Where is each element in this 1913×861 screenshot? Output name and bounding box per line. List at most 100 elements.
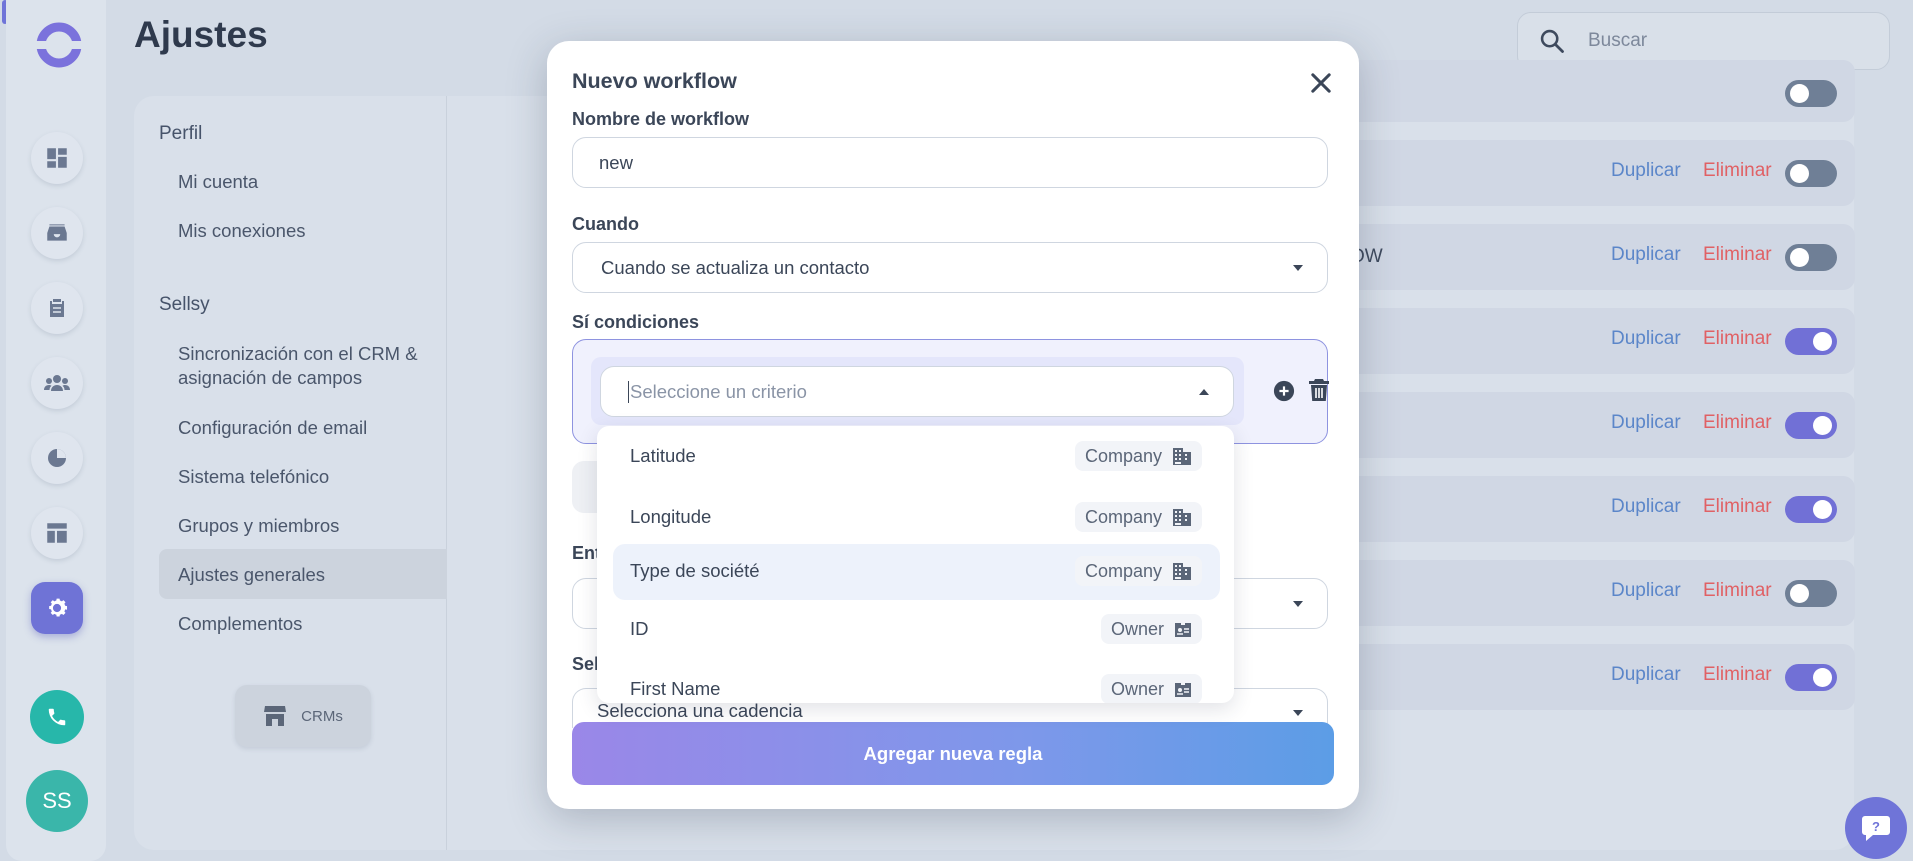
option-tag-label: Company — [1084, 560, 1162, 581]
building-icon — [1173, 509, 1191, 526]
crms-label: CRMs — [301, 707, 343, 725]
option-tag-label: Owner — [1110, 618, 1164, 639]
sidebar-item-email[interactable]: Configuración de email — [178, 416, 367, 440]
workflow-toggle[interactable] — [1785, 80, 1837, 107]
workflow-name-value: new — [599, 152, 633, 173]
id-card-icon — [1175, 623, 1191, 637]
criteria-option-highlighted[interactable]: Type de société Company — [613, 544, 1220, 600]
delete-link[interactable]: Eliminar — [1703, 664, 1772, 686]
modal-title: Nuevo workflow — [572, 69, 737, 93]
option-tag-label: Owner — [1110, 678, 1164, 699]
cadence-label: Sel — [572, 654, 600, 674]
workflow-toggle[interactable] — [1785, 496, 1837, 523]
settings-sidebar: Perfil Mi cuenta Mis conexiones Sellsy S… — [134, 96, 447, 850]
dashboard-icon — [47, 148, 67, 168]
trash-icon[interactable] — [1309, 378, 1329, 402]
delete-link[interactable]: Eliminar — [1703, 580, 1772, 602]
add-rule-button[interactable]: Agregar nueva regla — [572, 722, 1334, 785]
duplicate-link[interactable]: Duplicar — [1611, 328, 1681, 350]
text-cursor — [628, 381, 629, 403]
option-tag: Company — [1074, 556, 1202, 586]
help-chat-icon: ? — [1862, 816, 1890, 841]
delete-link[interactable]: Eliminar — [1703, 496, 1772, 518]
id-card-icon — [1175, 683, 1191, 697]
delete-link[interactable]: Eliminar — [1703, 412, 1772, 434]
delete-link[interactable]: Eliminar — [1703, 160, 1772, 182]
contacts-nav-button[interactable] — [31, 357, 83, 409]
duplicate-link[interactable]: Duplicar — [1611, 412, 1681, 434]
duplicate-link[interactable]: Duplicar — [1611, 496, 1681, 518]
criteria-option[interactable]: ID Owner — [613, 602, 1220, 658]
tasks-nav-button[interactable] — [31, 282, 83, 334]
search-icon — [1540, 29, 1564, 53]
sidebar-item-general-settings[interactable]: Ajustes generales — [178, 563, 325, 587]
chevron-up-icon — [1199, 389, 1209, 395]
when-select-value: Cuando se actualiza un contacto — [601, 257, 870, 278]
sidebar-item-add-ons[interactable]: Complementos — [178, 612, 302, 636]
gear-icon — [49, 598, 68, 617]
criteria-dropdown: Latitude Company Longitude Company Type … — [597, 426, 1234, 703]
building-icon — [1173, 563, 1191, 580]
app-logo-icon[interactable] — [34, 20, 84, 70]
add-condition-icon[interactable] — [1273, 380, 1295, 402]
phone-icon — [48, 708, 66, 726]
chevron-down-icon — [1293, 265, 1303, 271]
option-label: ID — [630, 618, 649, 639]
workflow-toggle[interactable] — [1785, 412, 1837, 439]
dashboard-nav-button[interactable] — [31, 132, 83, 184]
option-label: Longitude — [630, 506, 712, 527]
help-chat-button[interactable]: ? — [1845, 797, 1907, 859]
chevron-down-icon — [1293, 710, 1303, 716]
criteria-option[interactable]: Longitude Company — [613, 490, 1220, 546]
page-title: Ajustes — [134, 14, 268, 55]
option-label: First Name — [630, 678, 721, 699]
sidebar-item-crm-sync[interactable]: Sincronización con el CRM & asignación d… — [178, 342, 428, 390]
sidebar-item-mi-cuenta[interactable]: Mi cuenta — [178, 170, 258, 194]
workflow-toggle[interactable] — [1785, 664, 1837, 691]
sidebar-item-groups[interactable]: Grupos y miembros — [178, 514, 339, 538]
option-tag: Owner — [1100, 674, 1202, 703]
delete-link[interactable]: Eliminar — [1703, 328, 1772, 350]
sidebar-item-phone-system[interactable]: Sistema telefónico — [178, 465, 329, 489]
store-icon — [264, 706, 287, 726]
option-tag-label: Company — [1084, 506, 1162, 527]
delete-link[interactable]: Eliminar — [1703, 244, 1772, 266]
option-tag: Company — [1074, 441, 1202, 471]
phone-button[interactable] — [30, 690, 84, 744]
inbox-nav-button[interactable] — [31, 207, 83, 259]
crms-button[interactable]: CRMs — [235, 685, 371, 747]
workflow-toggle[interactable] — [1785, 244, 1837, 271]
workflow-toggle[interactable] — [1785, 328, 1837, 355]
workflow-name-input[interactable]: new — [572, 137, 1328, 188]
criteria-option[interactable]: First Name Owner — [613, 662, 1220, 703]
duplicate-link[interactable]: Duplicar — [1611, 664, 1681, 686]
templates-nav-button[interactable] — [31, 507, 83, 559]
when-select[interactable]: Cuando se actualiza un contacto — [572, 242, 1328, 293]
sidebar-item-mis-conexiones[interactable]: Mis conexiones — [178, 219, 306, 243]
svg-text:?: ? — [1872, 819, 1880, 834]
duplicate-link[interactable]: Duplicar — [1611, 160, 1681, 182]
option-tag: Owner — [1100, 614, 1202, 644]
criteria-wrapper: Seleccione un criterio — [591, 357, 1244, 425]
user-avatar[interactable]: SS — [26, 770, 88, 832]
reports-nav-button[interactable] — [31, 432, 83, 484]
workflow-toggle[interactable] — [1785, 580, 1837, 607]
option-tag-label: Company — [1084, 445, 1162, 466]
conditions-label: Sí condiciones — [572, 312, 700, 332]
section-title-sellsy: Sellsy — [159, 294, 210, 315]
search-placeholder: Buscar — [1588, 30, 1648, 51]
criteria-select[interactable]: Seleccione un criterio — [600, 366, 1234, 417]
building-icon — [1173, 448, 1191, 465]
people-icon — [44, 375, 70, 391]
criteria-placeholder: Seleccione un criterio — [630, 381, 807, 402]
chevron-down-icon — [1293, 601, 1303, 607]
duplicate-link[interactable]: Duplicar — [1611, 244, 1681, 266]
criteria-option[interactable]: Latitude Company — [613, 429, 1220, 485]
workflow-toggle[interactable] — [1785, 160, 1837, 187]
section-title-perfil: Perfil — [159, 123, 203, 144]
duplicate-link[interactable]: Duplicar — [1611, 580, 1681, 602]
settings-nav-button[interactable] — [31, 582, 83, 634]
when-label: Cuando — [572, 214, 639, 234]
close-icon[interactable] — [1307, 69, 1335, 97]
pie-chart-icon — [48, 449, 66, 467]
